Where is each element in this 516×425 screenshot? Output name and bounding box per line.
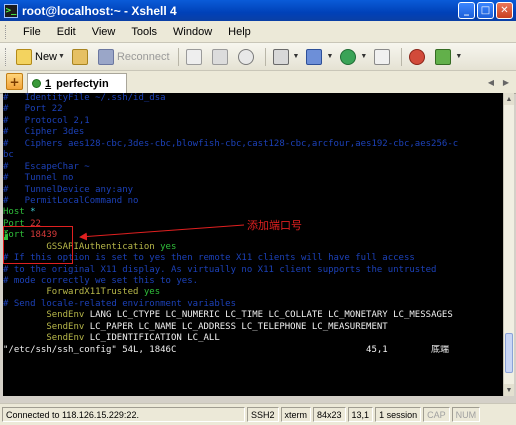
status-num: NUM	[451, 407, 481, 422]
status-bar: Connected to 118.126.15.229:22. SSH2 xte…	[0, 403, 516, 425]
status-connection: Connected to 118.126.15.229:22.	[2, 407, 245, 422]
status-protocol: SSH2	[247, 407, 279, 422]
status-cursor: 13,1	[347, 407, 374, 422]
status-size: 84x23	[313, 407, 346, 422]
annotation-arrow	[79, 224, 245, 241]
status-cap: CAP	[423, 407, 450, 422]
status-sessions: 1 session	[375, 407, 422, 422]
status-term: xterm	[280, 407, 312, 422]
annotation-label: 添加端口号	[247, 219, 302, 232]
